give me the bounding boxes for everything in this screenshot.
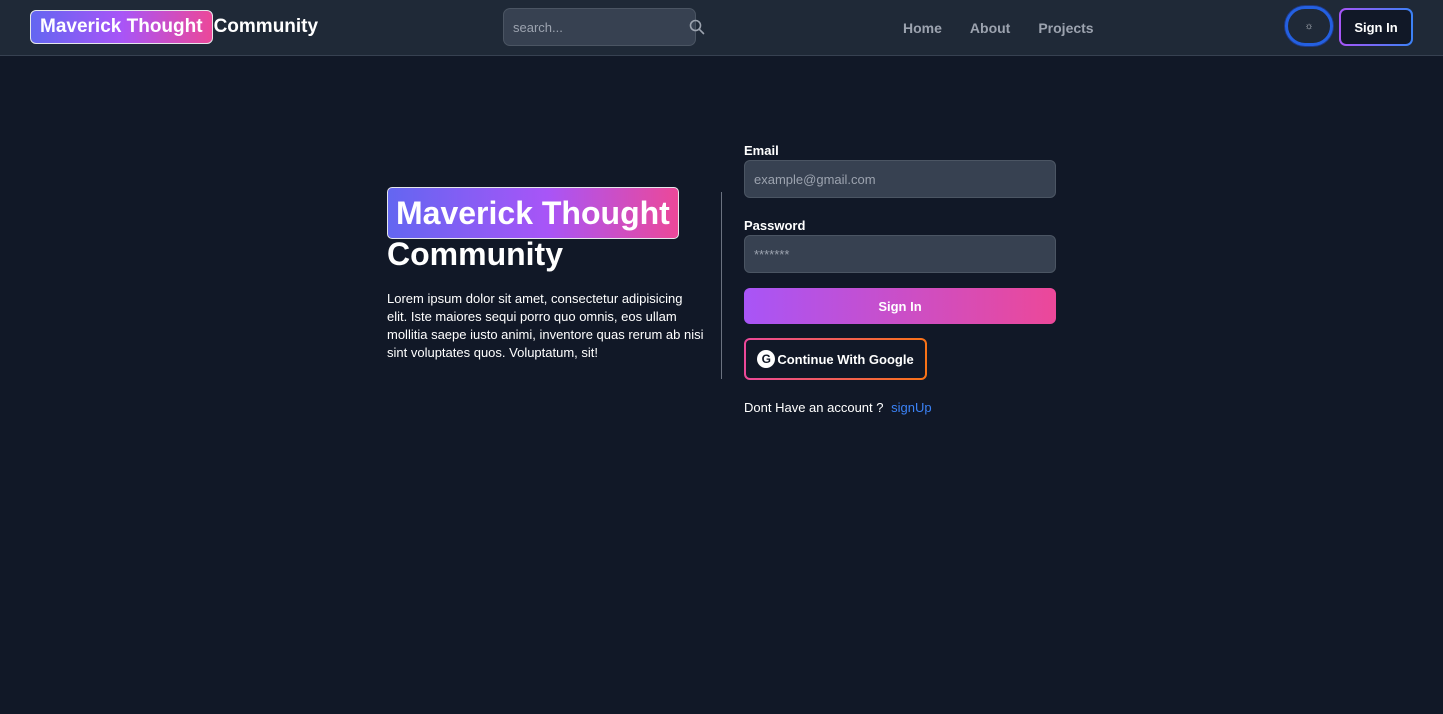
search-box (503, 8, 705, 46)
search-input[interactable] (504, 9, 689, 45)
signup-prompt: Dont Have an account ? (744, 400, 884, 415)
header-signin-button[interactable]: Sign In (1339, 8, 1413, 46)
header-signin-label: Sign In (1341, 10, 1411, 44)
hero-title-rest: Community (387, 236, 563, 272)
hero-section: Maverick Thought Community Lorem ipsum d… (387, 187, 707, 362)
hero-description: Lorem ipsum dolor sit amet, consectetur … (387, 291, 704, 360)
signup-link[interactable]: signUp (891, 400, 931, 415)
nav-link-about[interactable]: About (970, 18, 1010, 38)
brand-rest: Community (213, 15, 319, 37)
theme-toggle-button[interactable]: ☼ (1285, 6, 1333, 46)
google-signin-label: Continue With Google (777, 351, 914, 367)
signin-form: Email Password Sign In G Continue With G… (744, 143, 1056, 416)
vertical-divider (721, 192, 722, 379)
signin-button[interactable]: Sign In (744, 288, 1056, 324)
sun-icon: ☼ (1304, 20, 1314, 32)
email-field[interactable] (744, 160, 1056, 198)
brand-highlight: Maverick Thought (30, 9, 213, 44)
signup-row: Dont Have an account ? signUp (744, 400, 1056, 416)
hero-title-highlight: Maverick Thought (387, 187, 679, 239)
nav-link-projects[interactable]: Projects (1038, 18, 1093, 38)
brand-logo[interactable]: Maverick Thought Community (30, 9, 319, 44)
google-signin-button[interactable]: G Continue With Google (744, 338, 927, 380)
google-icon: G (757, 350, 776, 368)
password-label: Password (744, 218, 806, 233)
email-label: Email (744, 143, 779, 158)
search-icon[interactable] (689, 9, 705, 45)
google-signin-inner: G Continue With Google (746, 340, 925, 378)
nav-links: Home About Projects (903, 18, 1122, 38)
password-field[interactable] (744, 235, 1056, 273)
top-navbar: Maverick Thought Community Home About Pr… (0, 0, 1443, 56)
nav-link-home[interactable]: Home (903, 18, 942, 38)
